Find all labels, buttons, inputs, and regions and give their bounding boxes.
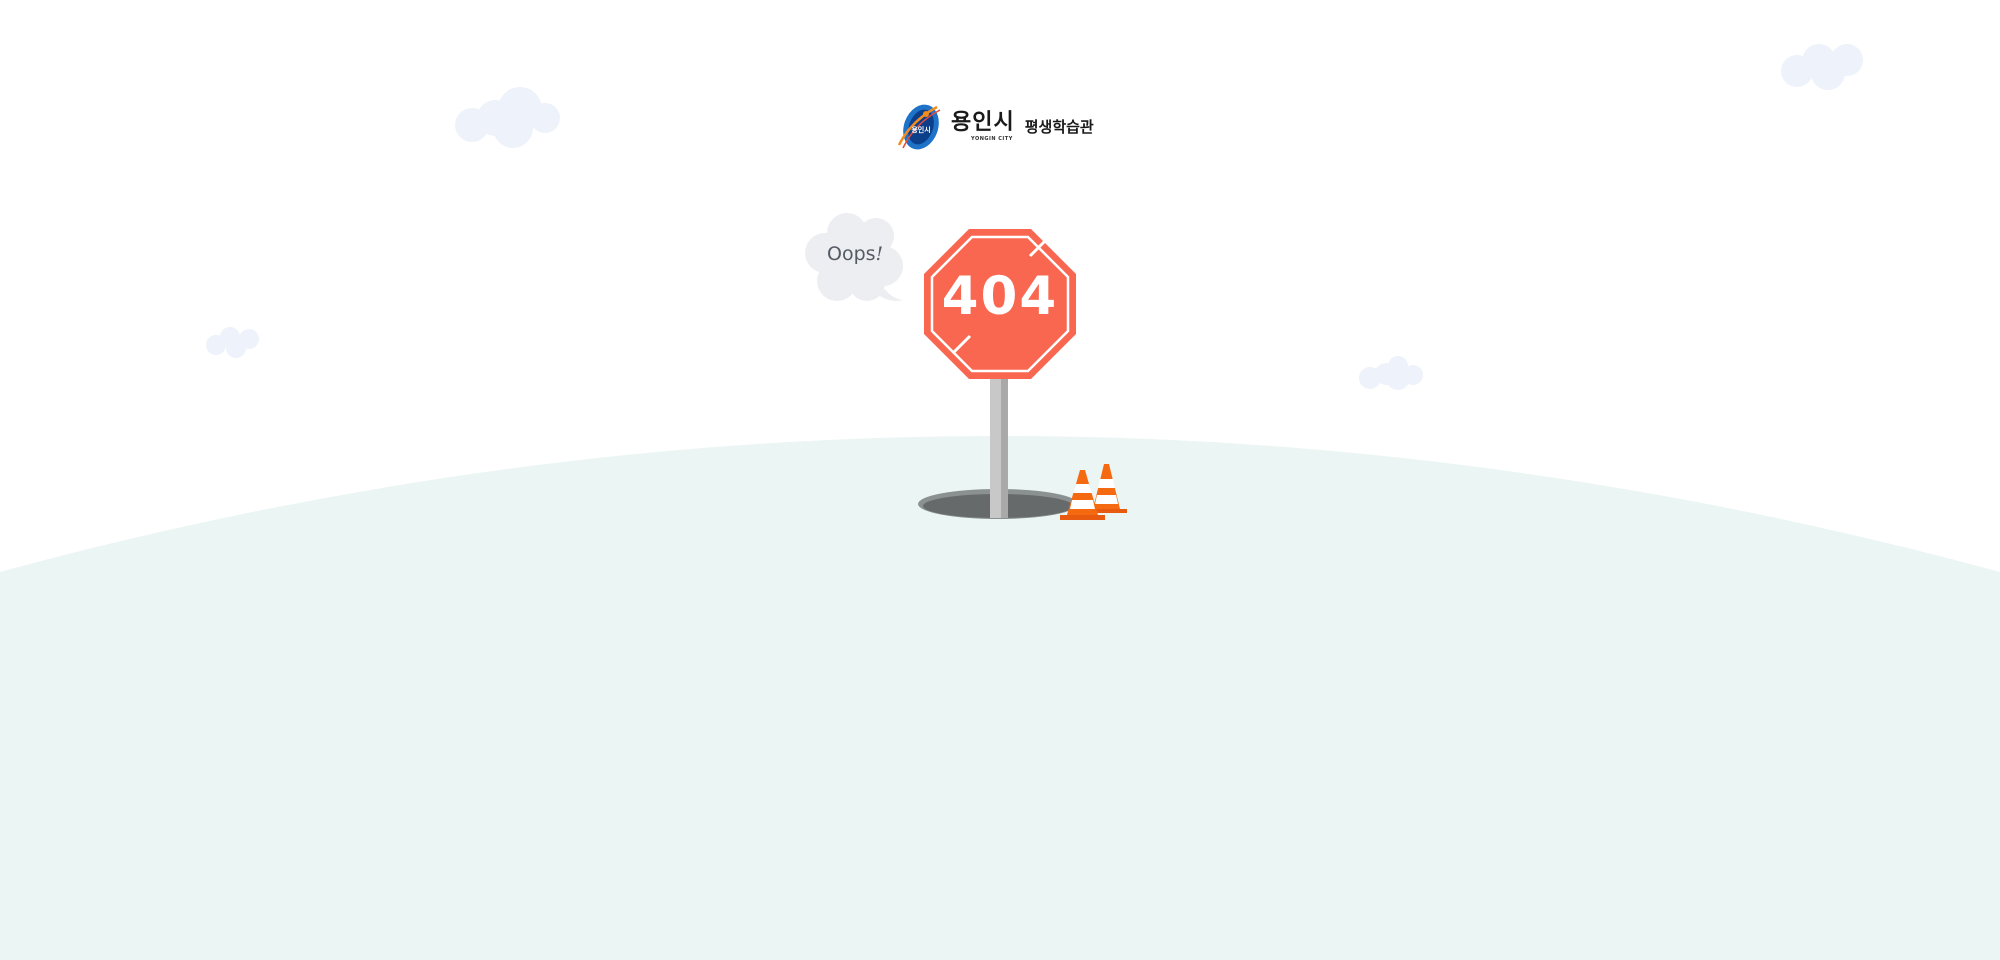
emblem-text: 용인시 [911,125,930,134]
yongin-emblem-icon: 용인시 [897,104,941,150]
logo-subtitle: 평생학습관 [1024,117,1094,136]
oops-text: Oops! [827,243,883,265]
error-code: 404 [941,266,1059,327]
oops-exclamation: ! [875,243,884,265]
traffic-cone-icon [1060,464,1127,520]
cloud-small-right [1359,356,1423,390]
oops-word: Oops [827,243,876,265]
cloud-top-left [455,87,560,148]
cloud-top-right [1781,44,1863,90]
error-page: 용인시 용인시 YONGIN CITY 평생학습관 Oops! 404 [0,0,2000,960]
logo-city-name-en: YONGIN CITY [971,136,1013,142]
logo-city-name: 용인시 [951,110,1015,135]
cloud-small-left [206,327,259,358]
sign-pole [990,370,1008,518]
site-logo[interactable]: 용인시 용인시 YONGIN CITY 평생학습관 [893,99,1094,155]
